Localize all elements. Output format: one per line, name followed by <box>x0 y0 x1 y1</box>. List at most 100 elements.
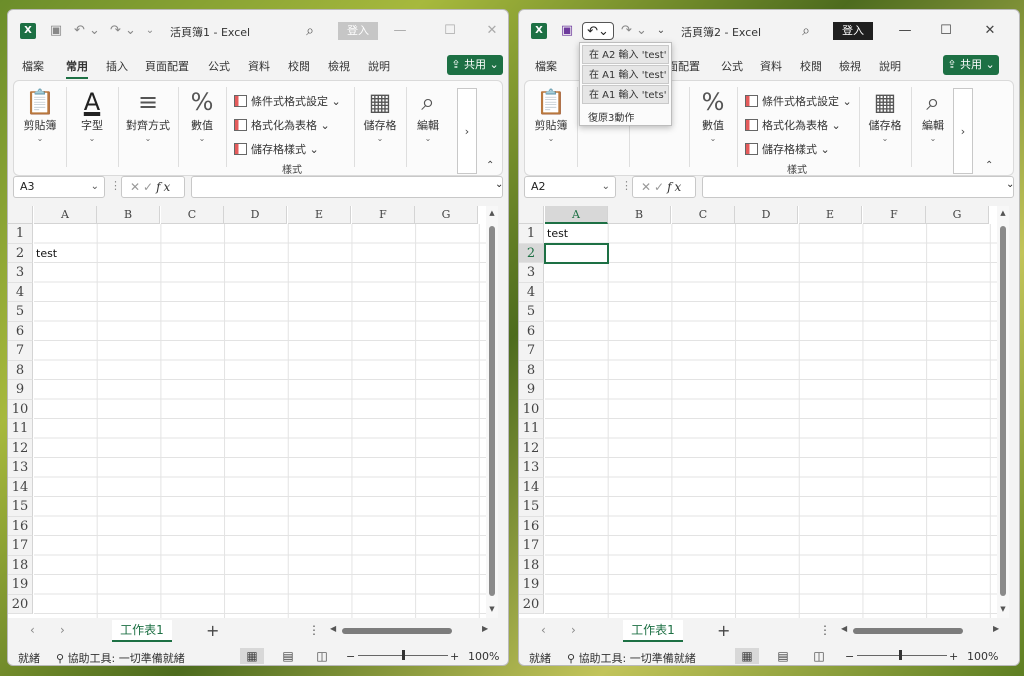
row-header[interactable]: 15 <box>519 497 544 517</box>
column-header[interactable]: F <box>863 206 926 224</box>
row-header[interactable]: 20 <box>8 594 33 614</box>
signin-button[interactable]: 登入 <box>338 22 378 40</box>
close-icon[interactable]: ✕ <box>978 20 1002 42</box>
maximize-icon[interactable]: ☐ <box>934 20 958 42</box>
more-options-icon[interactable]: ⋮ <box>819 623 831 637</box>
row-header[interactable]: 10 <box>519 399 544 419</box>
worksheet-grid[interactable]: A B C D E F G 1 2 3 4 5 6 7 8 9 10 11 12… <box>519 206 1009 618</box>
row-header[interactable]: 12 <box>8 438 33 458</box>
normal-view-icon[interactable]: ▦ <box>240 648 264 664</box>
vertical-scrollbar[interactable]: ▲ ▼ <box>486 206 498 618</box>
zoom-level[interactable]: 100% <box>967 650 998 663</box>
row-header[interactable]: 9 <box>519 380 544 400</box>
clipboard-group[interactable]: 📋 剪貼簿 ⌄ <box>531 87 571 143</box>
number-group[interactable]: % 數值 ⌄ <box>693 87 733 143</box>
row-header[interactable]: 3 <box>519 263 544 283</box>
redo-icon[interactable]: ↷ ⌄ <box>619 22 649 40</box>
cell-a2[interactable]: test <box>34 244 57 263</box>
vertical-scroll-thumb[interactable] <box>1000 226 1006 596</box>
tab-review[interactable]: 校閱 <box>288 58 310 74</box>
tab-view[interactable]: 檢視 <box>328 58 350 74</box>
zoom-slider-knob[interactable] <box>899 650 902 660</box>
row-header[interactable]: 13 <box>519 458 544 478</box>
accessibility-status[interactable]: ⚲ 協助工具: 一切準備就緒 <box>567 650 696 665</box>
sheet-tab[interactable]: 工作表1 <box>623 620 683 642</box>
row-header[interactable]: 3 <box>8 263 33 283</box>
conditional-formatting-button[interactable]: 條件式格式設定 ⌄ <box>745 93 852 109</box>
row-header[interactable]: 1 <box>8 224 33 244</box>
accessibility-status[interactable]: ⚲ 協助工具: 一切準備就緒 <box>56 650 185 665</box>
row-header[interactable]: 15 <box>8 497 33 517</box>
row-header[interactable]: 18 <box>519 555 544 575</box>
row-header[interactable]: 12 <box>519 438 544 458</box>
prev-sheet-icon[interactable]: ‹ <box>30 623 35 637</box>
next-sheet-icon[interactable]: › <box>60 623 65 637</box>
row-header[interactable]: 14 <box>8 477 33 497</box>
customize-qat-icon[interactable]: ⌄ <box>655 22 667 40</box>
prev-sheet-icon[interactable]: ‹ <box>541 623 546 637</box>
row-header[interactable]: 16 <box>8 516 33 536</box>
minimize-icon[interactable]: — <box>893 20 917 42</box>
row-header[interactable]: 2 <box>519 243 544 263</box>
formula-buttons[interactable]: ✕✓fx <box>121 176 185 198</box>
cells-group[interactable]: ▦ 儲存格 ⌄ <box>358 87 402 143</box>
column-header[interactable]: B <box>97 206 160 224</box>
scroll-down-icon[interactable]: ▼ <box>486 605 498 613</box>
page-layout-view-icon[interactable]: ▤ <box>276 648 300 664</box>
scroll-up-icon[interactable]: ▲ <box>997 209 1009 217</box>
zoom-level[interactable]: 100% <box>468 650 499 663</box>
ribbon-more-button[interactable]: › <box>953 88 973 174</box>
scroll-right-icon[interactable]: ▶ <box>482 624 488 633</box>
row-header[interactable]: 17 <box>8 536 33 556</box>
save-icon[interactable]: ▣ <box>559 22 575 40</box>
cell-styles-button[interactable]: 儲存格樣式 ⌄ <box>234 141 319 157</box>
column-header[interactable]: D <box>735 206 798 224</box>
page-layout-view-icon[interactable]: ▤ <box>771 648 795 664</box>
ribbon-more-button[interactable]: › <box>457 88 477 174</box>
horizontal-scroll-thumb[interactable] <box>853 628 963 634</box>
row-header[interactable]: 6 <box>8 321 33 341</box>
font-group[interactable]: A 字型 ⌄ <box>72 87 112 143</box>
horizontal-scroll-thumb[interactable] <box>342 628 452 634</box>
column-header[interactable]: E <box>799 206 862 224</box>
search-icon[interactable]: ⌕ <box>796 21 816 41</box>
worksheet-grid[interactable]: A B C D E F G 1 2 3 4 5 6 7 8 9 10 11 12… <box>8 206 498 618</box>
collapse-ribbon-icon[interactable]: ⌃ <box>985 160 993 171</box>
cell-area[interactable] <box>34 224 498 618</box>
zoom-slider-knob[interactable] <box>402 650 405 660</box>
vertical-scroll-thumb[interactable] <box>489 226 495 596</box>
scroll-left-icon[interactable]: ◀ <box>841 624 847 633</box>
tab-page-layout[interactable]: 頁面配置 <box>145 58 189 74</box>
row-header[interactable]: 18 <box>8 555 33 575</box>
row-header[interactable]: 8 <box>8 360 33 380</box>
undo-icon[interactable]: ↶ ⌄ <box>72 22 102 40</box>
name-box[interactable]: A2 ⌄ <box>524 176 616 198</box>
active-cell-a2[interactable] <box>544 242 609 264</box>
tab-formulas[interactable]: 公式 <box>208 58 230 74</box>
tab-formulas[interactable]: 公式 <box>721 58 743 74</box>
formula-input[interactable] <box>702 176 1014 198</box>
horizontal-scrollbar[interactable]: ◀ ▶ <box>841 624 1001 636</box>
signin-button[interactable]: 登入 <box>833 22 873 40</box>
row-header[interactable]: 20 <box>519 594 544 614</box>
row-header[interactable]: 10 <box>8 399 33 419</box>
column-header[interactable]: E <box>288 206 351 224</box>
column-header[interactable]: B <box>608 206 671 224</box>
add-sheet-icon[interactable]: + <box>206 621 219 640</box>
tab-help[interactable]: 說明 <box>879 58 901 74</box>
save-icon[interactable]: ▣ <box>48 22 64 40</box>
row-header[interactable]: 4 <box>8 282 33 302</box>
next-sheet-icon[interactable]: › <box>571 623 576 637</box>
row-header[interactable]: 19 <box>519 575 544 595</box>
zoom-out-icon[interactable]: − <box>346 650 355 663</box>
undo-icon[interactable]: ↶⌄ <box>582 22 614 40</box>
share-button[interactable]: ⇪ 共用 ⌄ <box>943 55 999 75</box>
name-box[interactable]: A3 ⌄ <box>13 176 105 198</box>
row-header[interactable]: 4 <box>519 282 544 302</box>
select-all-corner[interactable] <box>519 206 544 224</box>
tab-file[interactable]: 檔案 <box>535 58 557 74</box>
maximize-icon[interactable]: ☐ <box>438 20 462 42</box>
row-header[interactable]: 6 <box>519 321 544 341</box>
row-header[interactable]: 17 <box>519 536 544 556</box>
row-header[interactable]: 16 <box>519 516 544 536</box>
